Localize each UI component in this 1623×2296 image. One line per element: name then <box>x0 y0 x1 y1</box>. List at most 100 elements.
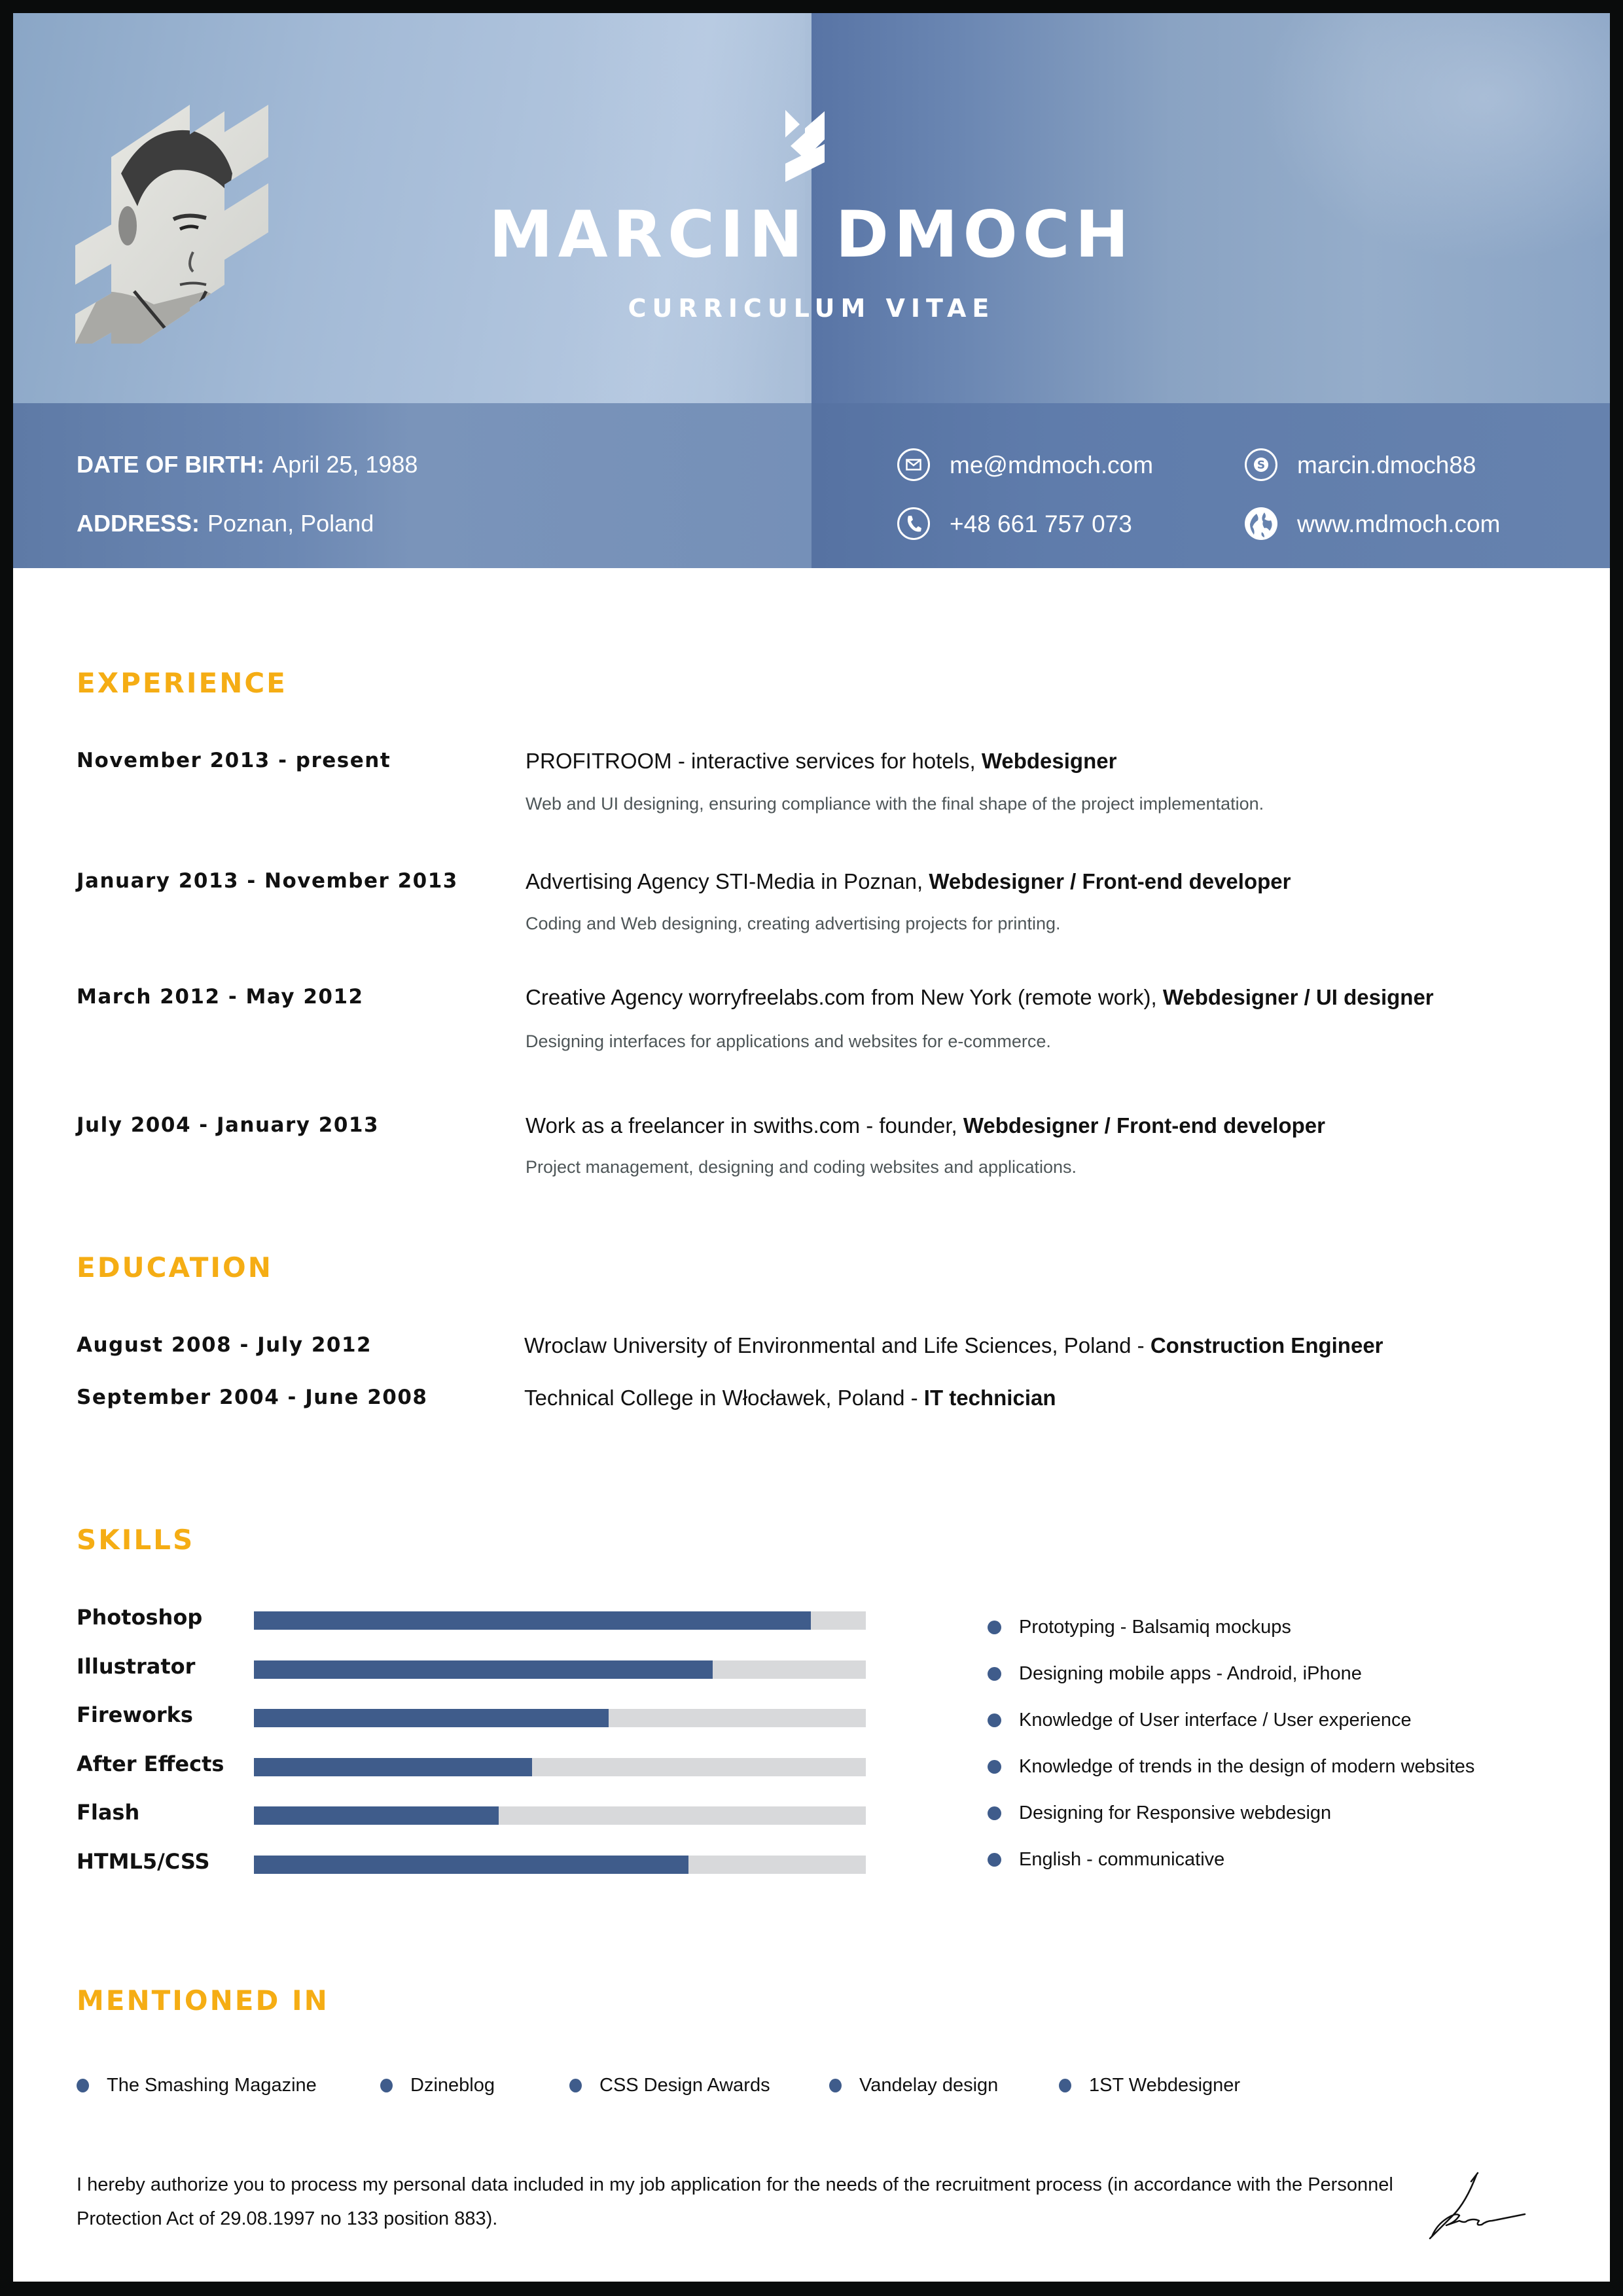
consent-clause: I hereby authorize you to process my per… <box>77 2174 1393 2229</box>
experience-role: Webdesigner / UI designer <box>1162 985 1434 1009</box>
bullet-icon <box>988 1667 1001 1681</box>
skill-list-text: Knowledge of User interface / User exper… <box>1019 1710 1412 1731</box>
bullet-icon <box>988 1806 1001 1820</box>
skill-bar-fill <box>254 1660 713 1679</box>
contact-phone[interactable]: +48 661 757 073 <box>897 507 1132 540</box>
skill-list-text: Prototyping - Balsamiq mockups <box>1019 1617 1291 1638</box>
skill-bar-track <box>254 1709 866 1727</box>
skill-bar-track <box>254 1757 866 1776</box>
mention-item: The Smashing Magazine <box>77 2076 317 2095</box>
mention-item: 1ST Webdesigner <box>1059 2076 1240 2095</box>
skill-bar-track <box>254 1855 866 1874</box>
mention-item: Dzineblog <box>380 2076 495 2095</box>
date-of-birth: DATE OF BIRTH: April 25, 1988 <box>77 453 418 476</box>
address-value: Poznan, Poland <box>207 510 374 537</box>
education-school: Technical College in Włocławek, Poland -… <box>524 1386 1056 1410</box>
bullet-icon <box>988 1760 1001 1774</box>
skill-bar-fill <box>254 1806 499 1825</box>
skill-list-item: Knowledge of User interface / User exper… <box>988 1711 1412 1730</box>
experience-role: Webdesigner / Front-end developer <box>929 869 1291 893</box>
skill-bar-fill <box>254 1611 811 1630</box>
skill-list-text: Knowledge of trends in the design of mod… <box>1019 1756 1475 1777</box>
mentioned-heading: MENTIONED IN <box>77 1984 329 2017</box>
skill-bar-track <box>254 1660 866 1679</box>
experience-description: Designing interfaces for applications an… <box>526 1031 1051 1051</box>
experience-position: PROFITROOM - interactive services for ho… <box>526 749 1117 773</box>
experience-position: Creative Agency worryfreelabs.com from N… <box>526 985 1434 1009</box>
chevron-logo-icon <box>785 110 825 182</box>
skill-list-item: Designing for Responsive webdesign <box>988 1804 1331 1823</box>
experience-dates: July 2004 - January 2013 <box>77 1113 380 1137</box>
skype-icon: S <box>1245 448 1277 481</box>
contact-email[interactable]: me@mdmoch.com <box>897 448 1153 481</box>
bullet-icon <box>988 1621 1001 1634</box>
address: ADDRESS: Poznan, Poland <box>77 512 374 535</box>
skill-name: Flash <box>77 1800 140 1825</box>
skill-bar-fill <box>254 1709 609 1727</box>
bullet-icon <box>829 2079 842 2092</box>
education-heading: EDUCATION <box>77 1251 273 1283</box>
skill-list-text: English - communicative <box>1019 1849 1225 1870</box>
globe-icon <box>1245 507 1277 540</box>
experience-heading: EXPERIENCE <box>77 667 287 699</box>
svg-text:S: S <box>1257 459 1265 472</box>
education-dates: August 2008 - July 2012 <box>77 1333 372 1357</box>
skill-name: Illustrator <box>77 1653 196 1679</box>
experience-description: Web and UI designing, ensuring complianc… <box>526 794 1264 814</box>
contact-band: DATE OF BIRTH: April 25, 1988 ADDRESS: Poz… <box>13 403 1610 568</box>
experience-description: Project management, designing and coding… <box>526 1157 1077 1177</box>
mention-item: CSS Design Awards <box>569 2076 770 2095</box>
experience-dates: November 2013 - present <box>77 749 391 772</box>
document-subtitle: CURRICULUM VITAE <box>628 294 995 323</box>
mention-text: Dzineblog <box>410 2075 495 2096</box>
experience-description: Coding and Web designing, creating adver… <box>526 914 1061 933</box>
skill-name: Fireworks <box>77 1702 193 1727</box>
mention-text: CSS Design Awards <box>599 2075 770 2096</box>
experience-position: Work as a freelancer in swiths.com - fou… <box>526 1113 1325 1138</box>
email-value[interactable]: me@mdmoch.com <box>950 453 1153 477</box>
email-icon <box>897 448 930 481</box>
skill-bar-track <box>254 1806 866 1825</box>
bullet-icon <box>988 1853 1001 1867</box>
skill-bar-fill <box>254 1757 533 1776</box>
skill-list-text: Designing mobile apps - Android, iPhone <box>1019 1663 1362 1684</box>
education-school: Wroclaw University of Environmental and … <box>524 1333 1383 1357</box>
experience-dates: January 2013 - November 2013 <box>77 869 458 893</box>
bullet-icon <box>988 1713 1001 1727</box>
website-value[interactable]: www.mdmoch.com <box>1297 512 1500 536</box>
dob-value: April 25, 1988 <box>272 451 418 478</box>
skype-value[interactable]: marcin.dmoch88 <box>1297 453 1476 477</box>
phone-value[interactable]: +48 661 757 073 <box>950 512 1132 536</box>
address-label: ADDRESS: <box>77 510 200 537</box>
skill-bar-fill <box>254 1855 688 1874</box>
skill-list-item: Prototyping - Balsamiq mockups <box>988 1618 1291 1637</box>
skill-name: HTML5/CSS <box>77 1848 210 1874</box>
skill-list-text: Designing for Responsive webdesign <box>1019 1803 1332 1823</box>
bullet-icon <box>77 2079 89 2092</box>
skills-heading: SKILLS <box>77 1524 195 1556</box>
experience-role: Webdesigner / Front-end developer <box>963 1113 1325 1138</box>
experience-dates: March 2012 - May 2012 <box>77 985 364 1009</box>
phone-icon <box>897 507 930 540</box>
header-banner: MARCIN DMOCH CURRICULUM VITAE <box>13 13 1610 403</box>
experience-position: Advertising Agency STI-Media in Poznan, … <box>526 869 1291 893</box>
education-degree: IT technician <box>923 1386 1056 1410</box>
mention-item: Vandelay design <box>829 2076 998 2095</box>
dob-label: DATE OF BIRTH: <box>77 451 265 478</box>
bullet-icon <box>569 2079 582 2092</box>
skill-list-item: English - communicative <box>988 1850 1224 1869</box>
skill-list-item: Knowledge of trends in the design of mod… <box>988 1757 1474 1776</box>
skill-name: After Effects <box>77 1751 224 1776</box>
contact-website[interactable]: www.mdmoch.com <box>1245 507 1500 540</box>
mention-text: 1ST Webdesigner <box>1089 2075 1241 2096</box>
cv-page: MARCIN DMOCH CURRICULUM VITAE DATE OF BI… <box>13 13 1610 2282</box>
mention-text: The Smashing Magazine <box>107 2075 317 2096</box>
signature-icon <box>1429 2172 1526 2240</box>
contact-skype[interactable]: S marcin.dmoch88 <box>1245 448 1476 481</box>
bullet-icon <box>380 2079 393 2092</box>
education-dates: September 2004 - June 2008 <box>77 1386 428 1409</box>
mention-text: Vandelay design <box>859 2075 999 2096</box>
skill-bar-track <box>254 1611 866 1630</box>
skill-name: Photoshop <box>77 1605 203 1630</box>
experience-role: Webdesigner <box>981 749 1117 773</box>
